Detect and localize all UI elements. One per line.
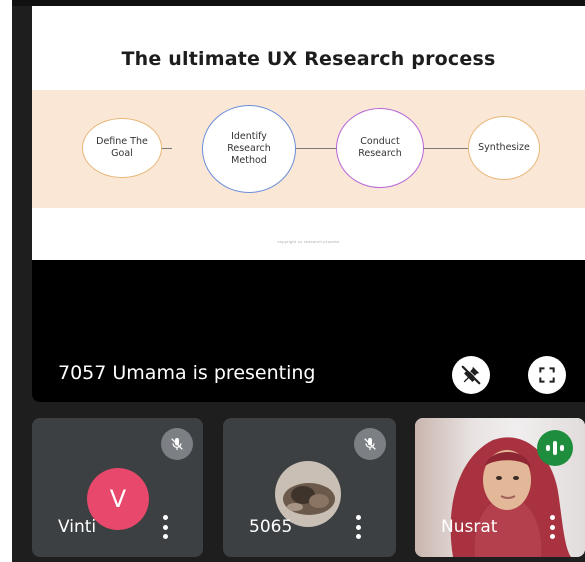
more-options-icon[interactable] — [547, 515, 557, 539]
process-step-identify-method: Identify Research Method — [202, 105, 296, 193]
mic-off-icon — [171, 438, 183, 450]
mic-off-indicator — [161, 428, 193, 460]
more-options-icon[interactable] — [160, 515, 170, 539]
presentation-stage: The ultimate UX Research process Define … — [32, 6, 585, 402]
mic-off-indicator — [354, 428, 386, 460]
participant-tile-nusrat[interactable]: Nusrat — [415, 418, 585, 557]
speaking-indicator-icon — [537, 430, 573, 466]
shared-slide: The ultimate UX Research process Define … — [32, 6, 585, 260]
step-label: Conduct Research — [358, 136, 402, 159]
unpin-button[interactable] — [452, 356, 490, 394]
slide-title: The ultimate UX Research process — [121, 48, 496, 70]
fullscreen-icon — [539, 367, 555, 383]
process-step-define-goal: Define The Goal — [82, 118, 162, 178]
connector-line — [424, 148, 470, 149]
step-label: Identify Research Method — [227, 131, 271, 166]
participant-name: Vinti — [58, 517, 97, 537]
step-label: Synthesize — [478, 142, 530, 154]
process-band: Define The Goal Identify Research Method… — [32, 90, 585, 208]
process-step-conduct-research: Conduct Research — [336, 108, 424, 188]
mic-off-icon — [364, 438, 376, 450]
meeting-window: The ultimate UX Research process Define … — [12, 0, 585, 562]
fullscreen-button[interactable] — [528, 356, 566, 394]
participant-name: Nusrat — [441, 517, 498, 537]
step-label: Define The Goal — [96, 136, 148, 159]
presenting-status: 7057 Umama is presenting — [58, 362, 316, 384]
more-options-icon[interactable] — [353, 515, 363, 539]
process-step-synthesize: Synthesize — [468, 116, 540, 180]
avatar: V — [87, 468, 149, 530]
pin-off-icon — [461, 365, 481, 385]
slide-footnote: copyright ux research process — [277, 239, 340, 244]
participant-tile-5065[interactable]: 5065 — [223, 418, 396, 557]
participant-name: 5065 — [249, 517, 293, 537]
participant-tile-vinti[interactable]: V Vinti — [32, 418, 203, 557]
